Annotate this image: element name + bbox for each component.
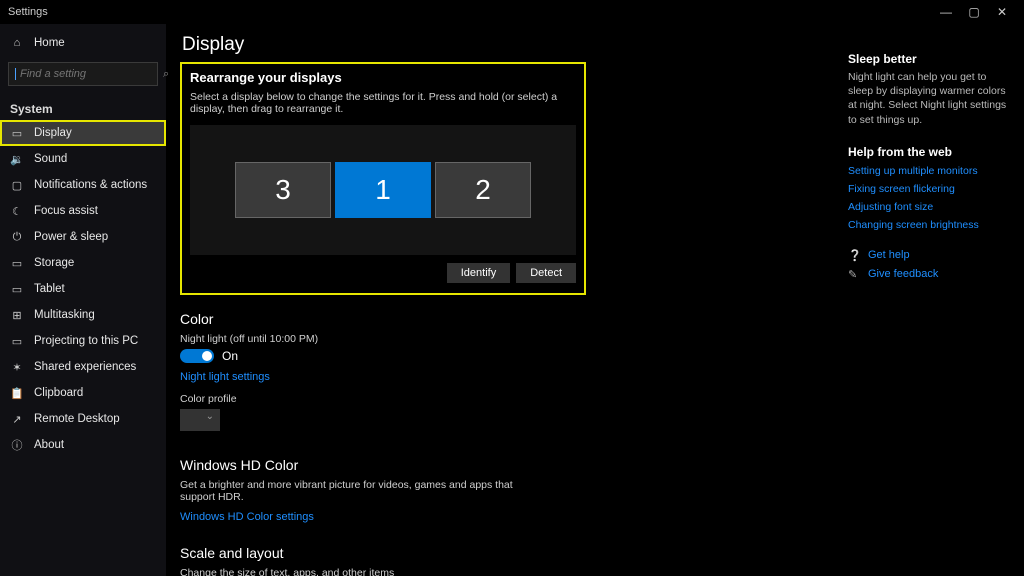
search-box[interactable]: ⌕ (8, 62, 158, 86)
monitor-3[interactable]: 3 (235, 162, 331, 218)
sleep-better-heading: Sleep better (848, 52, 1014, 66)
get-help-link[interactable]: ❔ Get help (848, 249, 1014, 262)
monitor-1[interactable]: 1 (335, 162, 431, 218)
main-content: Display Rearrange your displays Select a… (166, 24, 844, 576)
sidebar-item-storage[interactable]: ▭ Storage (0, 250, 166, 276)
minimize-button[interactable]: — (932, 5, 960, 19)
get-help-label: Get help (868, 249, 910, 261)
focus-assist-icon: ☾ (10, 204, 24, 218)
rearrange-panel: Rearrange your displays Select a display… (180, 62, 586, 295)
scale-heading: Scale and layout (180, 545, 822, 561)
rearrange-instruction: Select a display below to change the set… (190, 91, 576, 115)
sidebar-item-label: Focus assist (34, 205, 98, 217)
sidebar-item-label: Sound (34, 153, 67, 165)
sidebar-item-shared[interactable]: ✶ Shared experiences (0, 354, 166, 380)
sidebar-item-label: Shared experiences (34, 361, 136, 373)
sidebar-item-multitasking[interactable]: ⊞ Multitasking (0, 302, 166, 328)
give-feedback-link[interactable]: ✎ Give feedback (848, 268, 1014, 281)
sidebar-item-sound[interactable]: 🔉 Sound (0, 146, 166, 172)
sidebar-home-label: Home (34, 37, 65, 49)
sidebar-item-projecting[interactable]: ▭ Projecting to this PC (0, 328, 166, 354)
sidebar-item-label: Clipboard (34, 387, 83, 399)
color-profile-label: Color profile (180, 393, 822, 405)
sidebar-item-power[interactable]: ⏻ Power & sleep (0, 224, 166, 250)
sidebar-item-label: Display (34, 127, 72, 139)
search-input[interactable] (15, 68, 163, 80)
clipboard-icon: 📋 (10, 386, 24, 400)
sidebar-item-label: Notifications & actions (34, 179, 147, 191)
help-link-flickering[interactable]: Fixing screen flickering (848, 183, 1014, 195)
home-icon: ⌂ (10, 36, 24, 50)
color-profile-dropdown[interactable] (180, 409, 220, 431)
page-title: Display (182, 34, 822, 56)
sidebar-home[interactable]: ⌂ Home (0, 30, 166, 56)
sidebar-item-label: Remote Desktop (34, 413, 120, 425)
sidebar-item-label: Tablet (34, 283, 65, 295)
night-light-toggle[interactable]: On (180, 349, 822, 363)
feedback-icon: ✎ (848, 268, 860, 281)
rearrange-heading: Rearrange your displays (190, 70, 576, 85)
shared-icon: ✶ (10, 360, 24, 374)
hd-heading: Windows HD Color (180, 457, 822, 473)
search-icon: ⌕ (163, 68, 169, 81)
sidebar-item-label: Multitasking (34, 309, 95, 321)
sidebar-item-display[interactable]: ▭ Display (0, 120, 166, 146)
help-link-brightness[interactable]: Changing screen brightness (848, 219, 1014, 231)
help-link-font-size[interactable]: Adjusting font size (848, 201, 1014, 213)
notifications-icon: ▢ (10, 178, 24, 192)
sidebar-item-label: About (34, 439, 64, 451)
scale-label: Change the size of text, apps, and other… (180, 567, 822, 576)
toggle-state-label: On (222, 349, 238, 363)
color-heading: Color (180, 311, 822, 327)
help-link-monitors[interactable]: Setting up multiple monitors (848, 165, 1014, 177)
feedback-label: Give feedback (868, 268, 938, 280)
sidebar-item-notifications[interactable]: ▢ Notifications & actions (0, 172, 166, 198)
power-icon: ⏻ (10, 230, 24, 244)
identify-button[interactable]: Identify (447, 263, 510, 283)
sidebar: ⌂ Home ⌕ System ▭ Display 🔉 Sound ▢ Noti… (0, 24, 166, 576)
sidebar-section: System (0, 94, 166, 120)
multitasking-icon: ⊞ (10, 308, 24, 322)
sidebar-item-label: Power & sleep (34, 231, 108, 243)
sidebar-item-tablet[interactable]: ▭ Tablet (0, 276, 166, 302)
toggle-thumb (202, 351, 212, 361)
detect-button[interactable]: Detect (516, 263, 576, 283)
sidebar-item-remote[interactable]: ↗ Remote Desktop (0, 406, 166, 432)
sound-icon: 🔉 (10, 152, 24, 166)
monitor-arrangement: 3 1 2 (190, 125, 576, 255)
night-light-label: Night light (off until 10:00 PM) (180, 333, 822, 345)
toggle-track (180, 349, 214, 363)
right-pane: Sleep better Night light can help you ge… (844, 24, 1024, 576)
remote-icon: ↗ (10, 412, 24, 426)
monitor-2[interactable]: 2 (435, 162, 531, 218)
app-title: Settings (8, 6, 48, 18)
hd-settings-link[interactable]: Windows HD Color settings (180, 511, 314, 523)
titlebar: Settings — ▢ ✕ (0, 0, 1024, 24)
close-button[interactable]: ✕ (988, 5, 1016, 19)
display-icon: ▭ (10, 126, 24, 140)
sleep-better-text: Night light can help you get to sleep by… (848, 70, 1014, 127)
hd-desc: Get a brighter and more vibrant picture … (180, 479, 550, 503)
sidebar-item-label: Projecting to this PC (34, 335, 138, 347)
about-icon: ⓘ (10, 438, 24, 452)
sidebar-item-about[interactable]: ⓘ About (0, 432, 166, 458)
sidebar-item-label: Storage (34, 257, 74, 269)
projecting-icon: ▭ (10, 334, 24, 348)
tablet-icon: ▭ (10, 282, 24, 296)
help-icon: ❔ (848, 249, 860, 262)
sidebar-item-clipboard[interactable]: 📋 Clipboard (0, 380, 166, 406)
sidebar-item-focus-assist[interactable]: ☾ Focus assist (0, 198, 166, 224)
storage-icon: ▭ (10, 256, 24, 270)
night-light-settings-link[interactable]: Night light settings (180, 371, 270, 383)
maximize-button[interactable]: ▢ (960, 5, 988, 19)
help-web-heading: Help from the web (848, 145, 1014, 159)
